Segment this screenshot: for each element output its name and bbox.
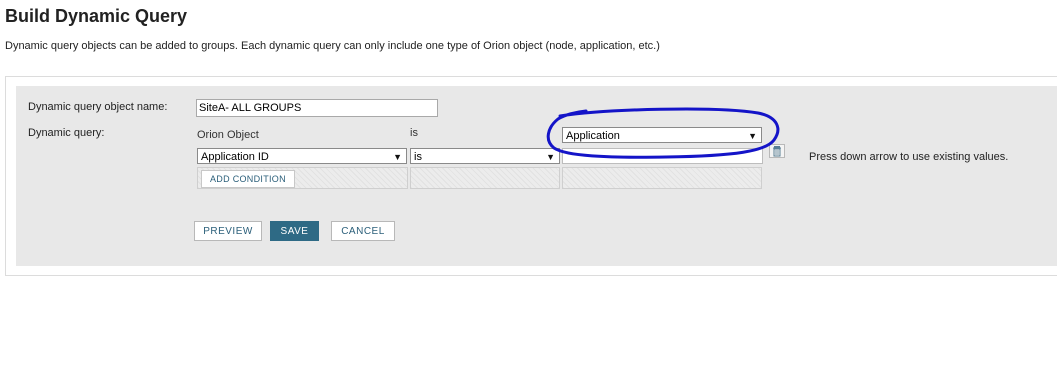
condition-operator-select[interactable]: is ▼ [410, 148, 560, 164]
empty-operator-cell [410, 167, 560, 189]
query-name-input[interactable]: SiteA- ALL GROUPS [196, 99, 438, 117]
preview-button[interactable]: PREVIEW [194, 221, 262, 241]
column-header-operator: is [410, 127, 418, 139]
trash-icon[interactable] [769, 144, 785, 158]
triangle-down-icon: ▼ [393, 152, 402, 162]
add-condition-row: ADD CONDITION [197, 167, 408, 189]
condition-value-input[interactable] [562, 148, 763, 164]
condition-operator-value: is [414, 151, 422, 163]
page-title: Build Dynamic Query [5, 6, 188, 26]
empty-value-cell [562, 167, 762, 189]
object-type-select[interactable]: Application ▼ [562, 127, 762, 143]
triangle-down-icon: ▼ [546, 152, 555, 162]
name-label: Dynamic query object name: [28, 101, 168, 113]
triangle-down-icon: ▼ [748, 131, 757, 141]
query-form-panel: Dynamic query object name: SiteA- ALL GR… [16, 86, 1057, 266]
cancel-button[interactable]: CANCEL [331, 221, 395, 241]
condition-field-value: Application ID [201, 151, 269, 163]
condition-field-select[interactable]: Application ID ▼ [197, 148, 407, 164]
column-header-object: Orion Object [197, 129, 259, 141]
query-label: Dynamic query: [28, 127, 105, 139]
hint-text: Press down arrow to use existing values. [809, 151, 1009, 163]
object-type-value: Application [566, 130, 620, 142]
query-form-container: Dynamic query object name: SiteA- ALL GR… [5, 76, 1057, 276]
save-button[interactable]: SAVE [270, 221, 319, 241]
add-condition-button[interactable]: ADD CONDITION [201, 170, 295, 188]
page-description: Dynamic query objects can be added to gr… [5, 40, 660, 52]
